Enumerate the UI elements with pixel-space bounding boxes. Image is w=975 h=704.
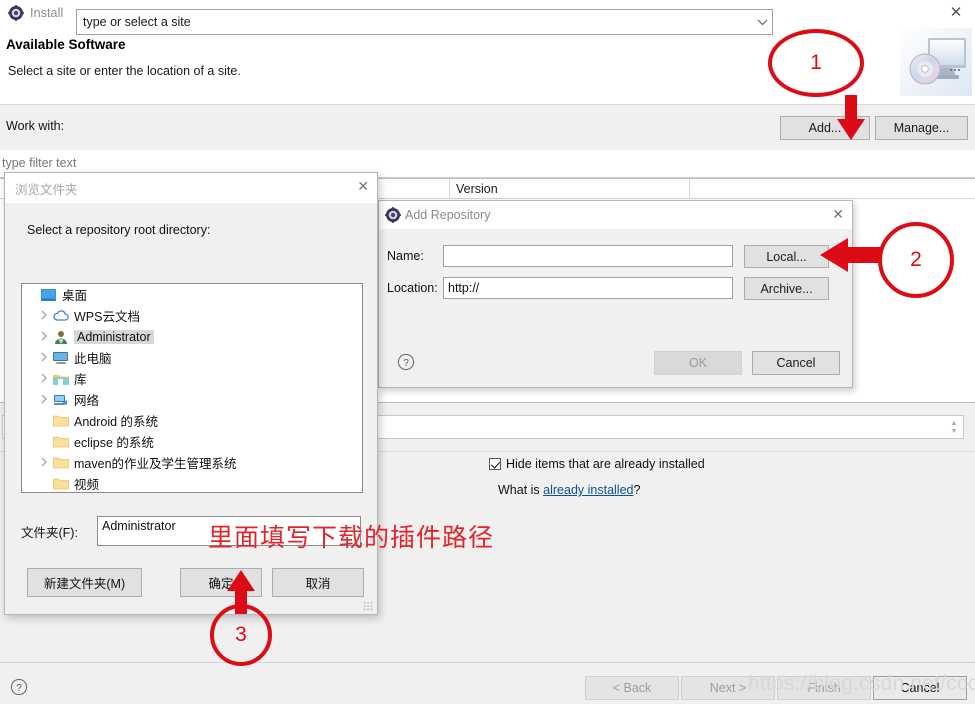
cancel-button[interactable]: 取消 [272,568,364,597]
confirm-button[interactable]: 确定 [180,568,262,597]
watermark: https://blog.csdn.net/ccc_2000 [748,672,975,695]
annotation-note-text: 里面填写下载的插件路径 [208,523,495,552]
location-field[interactable]: http:// [443,277,733,299]
chevron-right-icon[interactable] [36,310,52,322]
close-icon[interactable]: ✕ [947,4,965,22]
chevron-down-icon[interactable] [752,10,772,34]
tree-item[interactable]: maven的作业及学生管理系统 [22,452,362,473]
already-installed-link[interactable]: already installed [543,483,633,497]
window-title: Install [30,6,64,20]
filter-input[interactable]: type filter text [2,156,76,170]
cancel-button[interactable]: Cancel [752,351,840,375]
add-repository-title: Add Repository [405,208,491,222]
name-label: Name: [387,249,424,263]
tree-item-label: Android 的系统 [74,415,159,429]
chevron-right-icon[interactable] [36,394,52,406]
help-question-icon[interactable]: ? [10,678,28,696]
tree-item[interactable]: 视频 [22,473,362,492]
add-repository-titlebar: Add Repository ✕ [379,201,852,229]
library-icon [52,371,70,387]
browse-folder-titlebar: 浏览文件夹 ✕ [5,173,377,203]
install-gear-icon [8,5,24,21]
network-icon [52,392,70,408]
tree-item-label: 此电脑 [74,352,112,366]
install-gear-icon [385,207,401,223]
page-header: Available Software Select a site or ente… [0,26,975,104]
tree-item[interactable]: Android 的系统 [22,410,362,431]
cloud-icon [52,308,70,324]
computer-icon [52,350,70,366]
directory-tree[interactable]: 桌面 WPS云文档 Administrator 此电脑库网络 Android 的系统 ec… [21,283,363,493]
name-field[interactable] [443,245,733,267]
tree-item[interactable]: Administrator [22,326,362,347]
hide-installed-checkbox[interactable] [489,458,501,470]
tree-item[interactable]: 桌面 [22,284,362,305]
user-icon [52,329,70,345]
ok-button[interactable]: OK [654,351,742,375]
svg-text:?: ? [16,683,22,694]
location-label: Location: [387,281,438,295]
close-icon[interactable]: ✕ [357,178,369,195]
hide-installed-row[interactable]: Hide items that are already installed [489,457,705,471]
chevron-right-icon[interactable] [36,331,52,343]
tree-item-label: WPS云文档 [74,310,140,324]
desktop-icon [40,287,58,303]
browse-folder-title: 浏览文件夹 [15,182,78,197]
new-folder-button[interactable]: 新建文件夹(M) [27,568,142,597]
add-repository-dialog: Add Repository ✕ Name: Local... Location… [378,200,853,388]
folder-icon [52,413,70,429]
what-is-prefix: What is [498,483,544,497]
archive-button[interactable]: Archive... [744,277,829,300]
back-button[interactable]: < Back [585,676,679,700]
close-icon[interactable]: ✕ [832,206,844,223]
local-button[interactable]: Local... [744,245,829,268]
work-with-label: Work with: [6,119,65,133]
column-header-extra[interactable] [690,179,975,199]
page-description: Select a site or enter the location of a… [8,64,241,78]
chevron-right-icon[interactable] [36,352,52,364]
install-wizard-window: Install ✕ Available Software Select a si… [0,0,975,704]
svg-text:?: ? [403,358,409,369]
tree-item-label: Administrator [74,329,154,344]
tree-item[interactable]: 网络 [22,389,362,410]
add-button[interactable]: Add... [780,116,870,140]
tree-item-label: 视频 [74,478,100,492]
tree-item-label: 桌面 [62,289,88,303]
folder-icon [52,476,70,492]
page-title: Available Software [6,37,126,52]
tree-item[interactable]: WPS云文档 [22,305,362,326]
tree-item-label: 网络 [74,394,100,408]
what-is-suffix: ? [633,483,641,497]
chevron-right-icon[interactable] [36,457,52,469]
hide-installed-label: Hide items that are already installed [506,457,705,471]
tree-item-label: 库 [74,373,87,387]
browse-folder-prompt: Select a repository root directory: [27,223,211,237]
details-spinner-icon[interactable]: ▲ ▼ [947,418,961,438]
tree-item[interactable]: eclipse 的系统 [22,431,362,452]
folder-icon [52,434,70,450]
folder-icon [52,455,70,471]
monitor-disc-icon [900,28,972,96]
tree-item[interactable]: 库 [22,368,362,389]
help-question-icon[interactable]: ? [397,353,415,371]
chevron-right-icon[interactable] [36,373,52,385]
column-header-version[interactable]: Version [450,179,690,199]
folder-name-label: 文件夹(F): [21,525,78,540]
tree-item-label: eclipse 的系统 [74,436,154,450]
work-with-combo[interactable]: type or select a site [76,9,773,35]
manage-button[interactable]: Manage... [875,116,968,140]
work-with-input[interactable]: type or select a site [83,15,752,29]
resize-grip[interactable] [363,601,373,611]
tree-item[interactable]: 此电脑 [22,347,362,368]
tree-item-label: maven的作业及学生管理系统 [74,457,237,471]
what-is-installed-row: What is already installed? [498,483,640,497]
